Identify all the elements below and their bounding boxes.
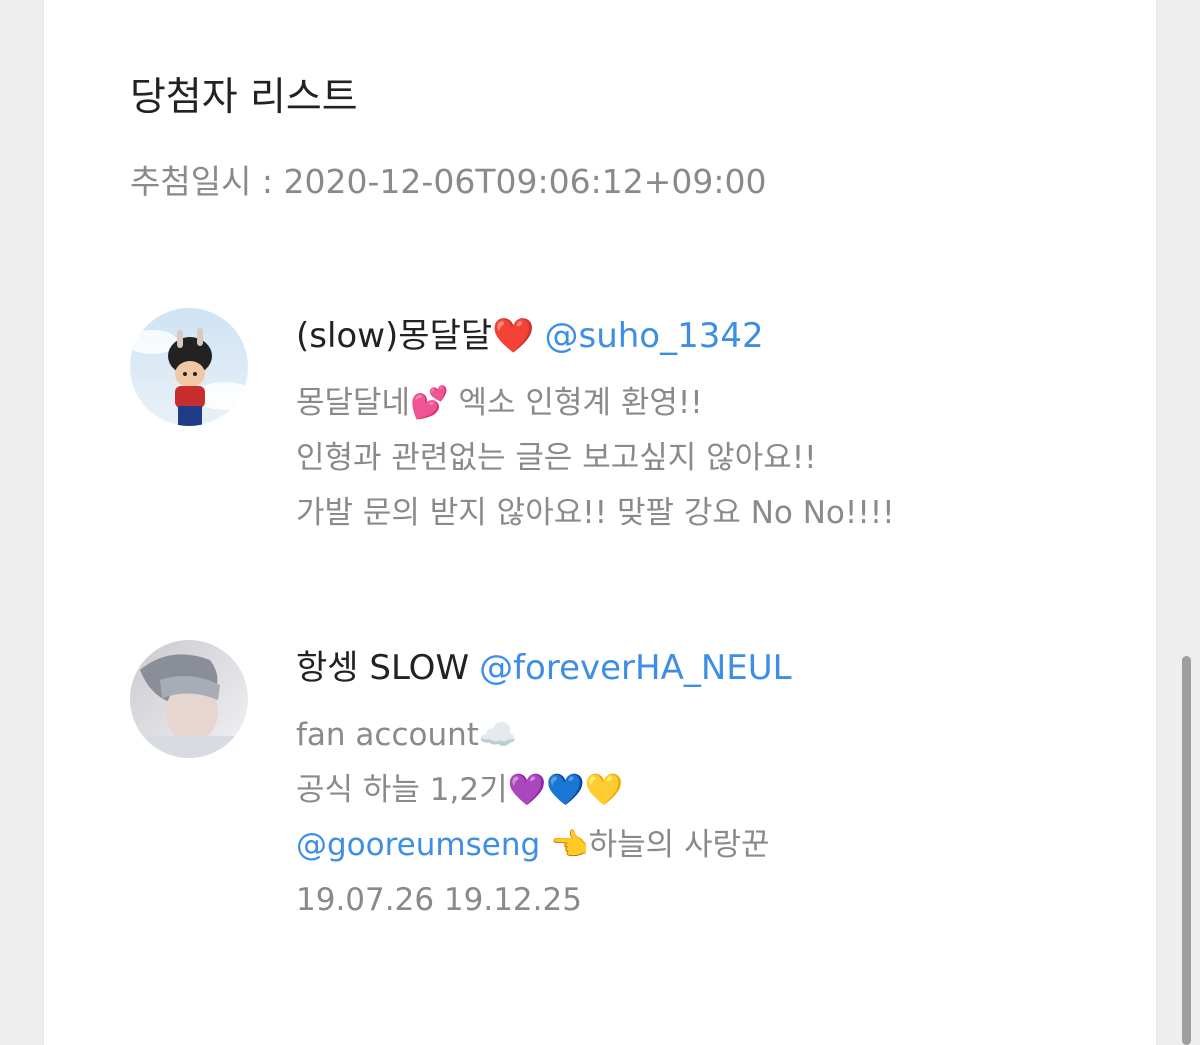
winner-name-line: (slow)몽달달❤️ @suho_1342 [296,314,1096,358]
winner-name-line: 항셍 SLOW @foreverHA_NEUL [296,646,1096,690]
winner-handle-link[interactable]: @foreverHA_NEUL [479,648,792,688]
draw-date: 추첨일시 : 2020-12-06T09:06:12+09:00 [130,162,767,201]
bio-line: 몽달달네💕 엑소 인형계 환영!! [296,385,703,421]
bio-line: 인형과 관련없는 글은 보고싶지 않아요!! [296,440,817,476]
avatar[interactable] [130,308,248,426]
bio-mention-suffix: 👈하늘의 사랑꾼 [540,827,770,863]
bio-line: 공식 하늘 1,2기💜💙💛 [296,772,624,808]
bio-mention-link[interactable]: @gooreumseng [296,827,540,863]
bio-dates: 19.07.26 19.12.25 [296,882,582,918]
winner-list-page: 당첨자 리스트 추첨일시 : 2020-12-06T09:06:12+09:00 [44,0,1156,1045]
winner-display-name: 항셍 SLOW [296,648,470,688]
winner-bio: fan account☁️ 공식 하늘 1,2기💜💙💛 @gooreumseng… [296,708,1096,928]
bio-line: fan account☁️ [296,717,518,753]
winner-display-name: (slow)몽달달❤️ [296,316,535,356]
scrollbar-thumb[interactable] [1182,656,1191,1045]
avatar-image [130,308,248,426]
winner-handle-link[interactable]: @suho_1342 [544,316,763,356]
bio-line: 가발 문의 받지 않아요!! 맞팔 강요 No No!!!! [296,495,895,531]
page-title: 당첨자 리스트 [130,75,358,120]
avatar-image [130,640,248,758]
avatar[interactable] [130,640,248,758]
bio-line: @gooreumseng 👈하늘의 사랑꾼 [296,818,1096,873]
winner-bio: 몽달달네💕 엑소 인형계 환영!! 인형과 관련없는 글은 보고싶지 않아요!!… [296,376,1096,541]
